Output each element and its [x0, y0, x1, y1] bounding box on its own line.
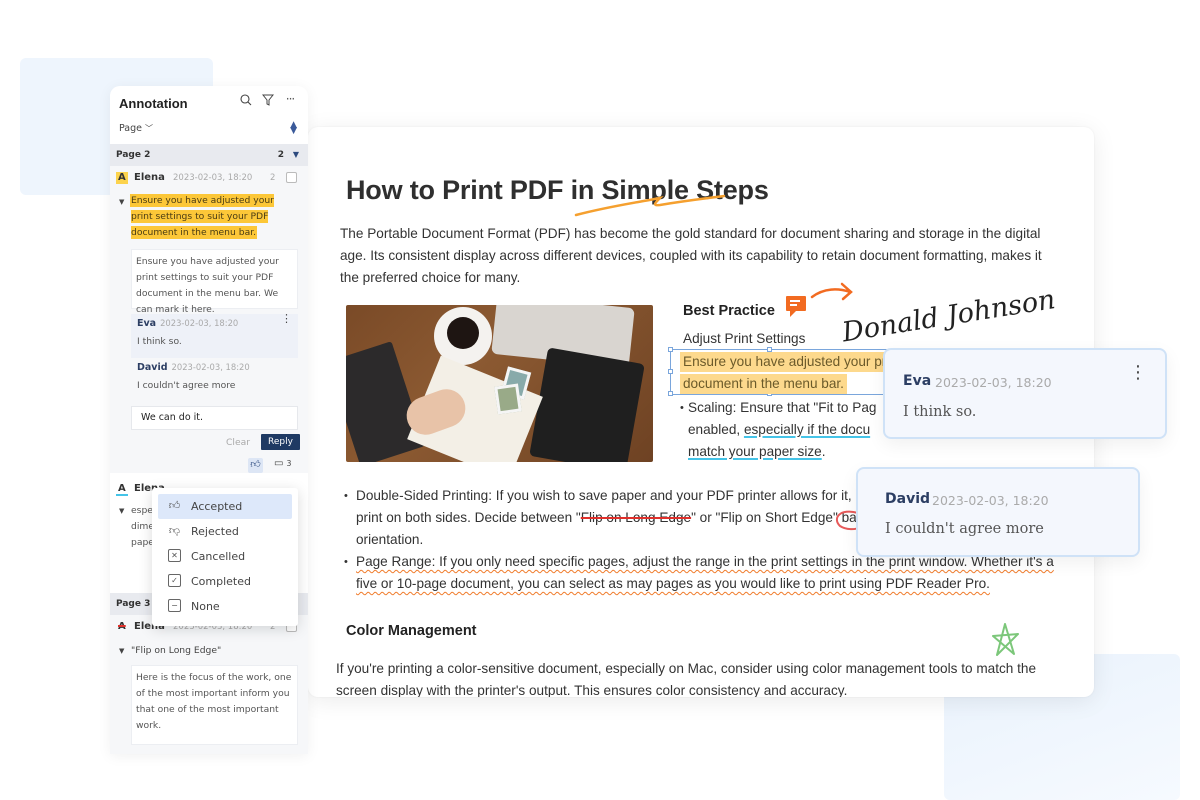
reply-button[interactable]: Reply — [261, 434, 300, 450]
check-box-icon: ✓ — [168, 574, 181, 587]
more-icon[interactable]: ··· — [282, 92, 298, 108]
annotation-item[interactable]: A Elena 2023-02-03, 18:20 2 ▼ Ensure you… — [110, 166, 308, 483]
comment-author: Eva — [903, 373, 932, 389]
comment-text: I think so. — [903, 404, 977, 420]
status-completed[interactable]: ✓ Completed — [158, 569, 292, 594]
annotation-quote: espe dime pape — [131, 505, 154, 548]
status-rejected[interactable]: 👎︎ Rejected — [158, 519, 292, 544]
annotation-sidebar: Annotation ··· Page ﹀ ▲ ▼ Page 2 2 ▼ A El… — [110, 86, 308, 754]
reply-input[interactable]: We can do it. — [131, 406, 298, 430]
strikeout-text[interactable]: Flip on Long Edge — [581, 510, 691, 525]
document-title: How to Print PDF in Simple Steps — [346, 175, 769, 205]
highlight-icon: A — [116, 172, 128, 184]
page-group-header[interactable]: Page 2 2 ▼ — [110, 144, 308, 166]
more-options-icon[interactable]: ⋮ — [1129, 364, 1147, 382]
intro-paragraph: The Portable Document Format (PDF) has b… — [340, 226, 1042, 285]
status-accepted[interactable]: 👍︎ Accepted — [158, 494, 292, 519]
floating-comment-card[interactable]: David 2023-02-03, 18:20 I couldn't agree… — [856, 467, 1140, 557]
sort-by-dropdown[interactable]: Page ﹀ — [119, 123, 153, 134]
thumbs-down-icon: 👎︎ — [168, 524, 181, 537]
underline-icon: A — [116, 483, 128, 496]
strikeout-icon: A — [118, 621, 126, 632]
squiggly-text[interactable]: five or 10-page document, you can select… — [356, 576, 990, 591]
expand-caret-icon[interactable]: ▼ — [119, 194, 124, 210]
comment-text: I couldn't agree more — [885, 521, 1044, 537]
adjust-print-settings-heading: Adjust Print Settings — [683, 331, 806, 346]
search-icon[interactable] — [238, 94, 254, 110]
highlighted-text[interactable]: Ensure you have adjusted your pr — [680, 352, 890, 372]
annotation-header: Annotation ··· Page ﹀ ▲ ▼ — [110, 86, 308, 144]
expand-caret-icon[interactable]: ▼ — [119, 503, 124, 519]
floating-comment-card[interactable]: Eva 2023-02-03, 18:20 I think so. ⋮ — [883, 348, 1167, 439]
review-status-menu: 👍︎ Accepted 👎︎ Rejected ✕ Cancelled ✓ Comple… — [152, 488, 298, 626]
color-management-paragraph: If you're printing a color-sensitive doc… — [336, 661, 1037, 697]
clear-button[interactable]: Clear — [226, 437, 250, 448]
status-none[interactable]: − None — [158, 594, 292, 619]
annotation-quote: Ensure you have adjusted your print sett… — [131, 195, 274, 238]
reply-thread: Eva 2023-02-03, 18:20 I think so. ⋮ David… — [131, 313, 298, 402]
comment-icon: ▭ — [274, 458, 284, 469]
comment-date: 2023-02-03, 18:20 — [932, 493, 1049, 508]
comment-date: 2023-02-03, 18:20 — [935, 375, 1052, 390]
comment-author: David — [885, 491, 931, 507]
reply-item: Eva 2023-02-03, 18:20 I think so. ⋮ — [131, 313, 298, 358]
desk-photo — [346, 305, 653, 462]
collapse-icon[interactable]: ▼ — [293, 150, 299, 159]
page-range-bullet: Page Range: If you only need specific pa… — [342, 551, 1062, 595]
highlighted-text[interactable]: document in the menu bar. — [680, 374, 847, 394]
color-management-heading: Color Management — [346, 623, 477, 639]
thumbs-up-icon: 👍︎ — [168, 499, 181, 512]
cancel-box-icon: ✕ — [168, 549, 181, 562]
panel-title: Annotation — [119, 96, 188, 111]
best-practice-heading: Best Practice — [683, 303, 775, 319]
underlined-text[interactable]: especially if the docu — [744, 422, 870, 437]
underlined-text[interactable]: match your paper size — [688, 444, 822, 459]
annotation-checkbox[interactable] — [286, 172, 297, 183]
annotation-note[interactable]: Here is the focus of the work, one of th… — [131, 665, 298, 745]
reply-item: David 2023-02-03, 18:20 I couldn't agree … — [137, 362, 250, 391]
expand-caret-icon[interactable]: ▼ — [119, 643, 124, 659]
thumbs-up-icon[interactable]: 👍︎ — [248, 458, 263, 473]
comment-count-button[interactable]: ▭ 3 — [274, 458, 291, 469]
annotation-note[interactable]: Ensure you have adjusted your print sett… — [131, 249, 298, 315]
scaling-bullet: • Scaling: Ensure that "Fit to Pag enabl… — [680, 400, 877, 459]
sort-order-icon[interactable]: ▲ ▼ — [290, 121, 297, 136]
minus-box-icon: − — [168, 599, 181, 612]
more-options-icon[interactable]: ⋮ — [281, 313, 292, 324]
chevron-down-icon: ﹀ — [145, 124, 154, 133]
status-cancelled[interactable]: ✕ Cancelled — [158, 544, 292, 569]
filter-icon[interactable] — [260, 94, 276, 110]
annotation-item[interactable]: A Elena 2023-02-03, 18:20 2 ▼ "Flip on L… — [110, 615, 308, 754]
annotation-quote: "Flip on Long Edge" — [131, 645, 222, 656]
